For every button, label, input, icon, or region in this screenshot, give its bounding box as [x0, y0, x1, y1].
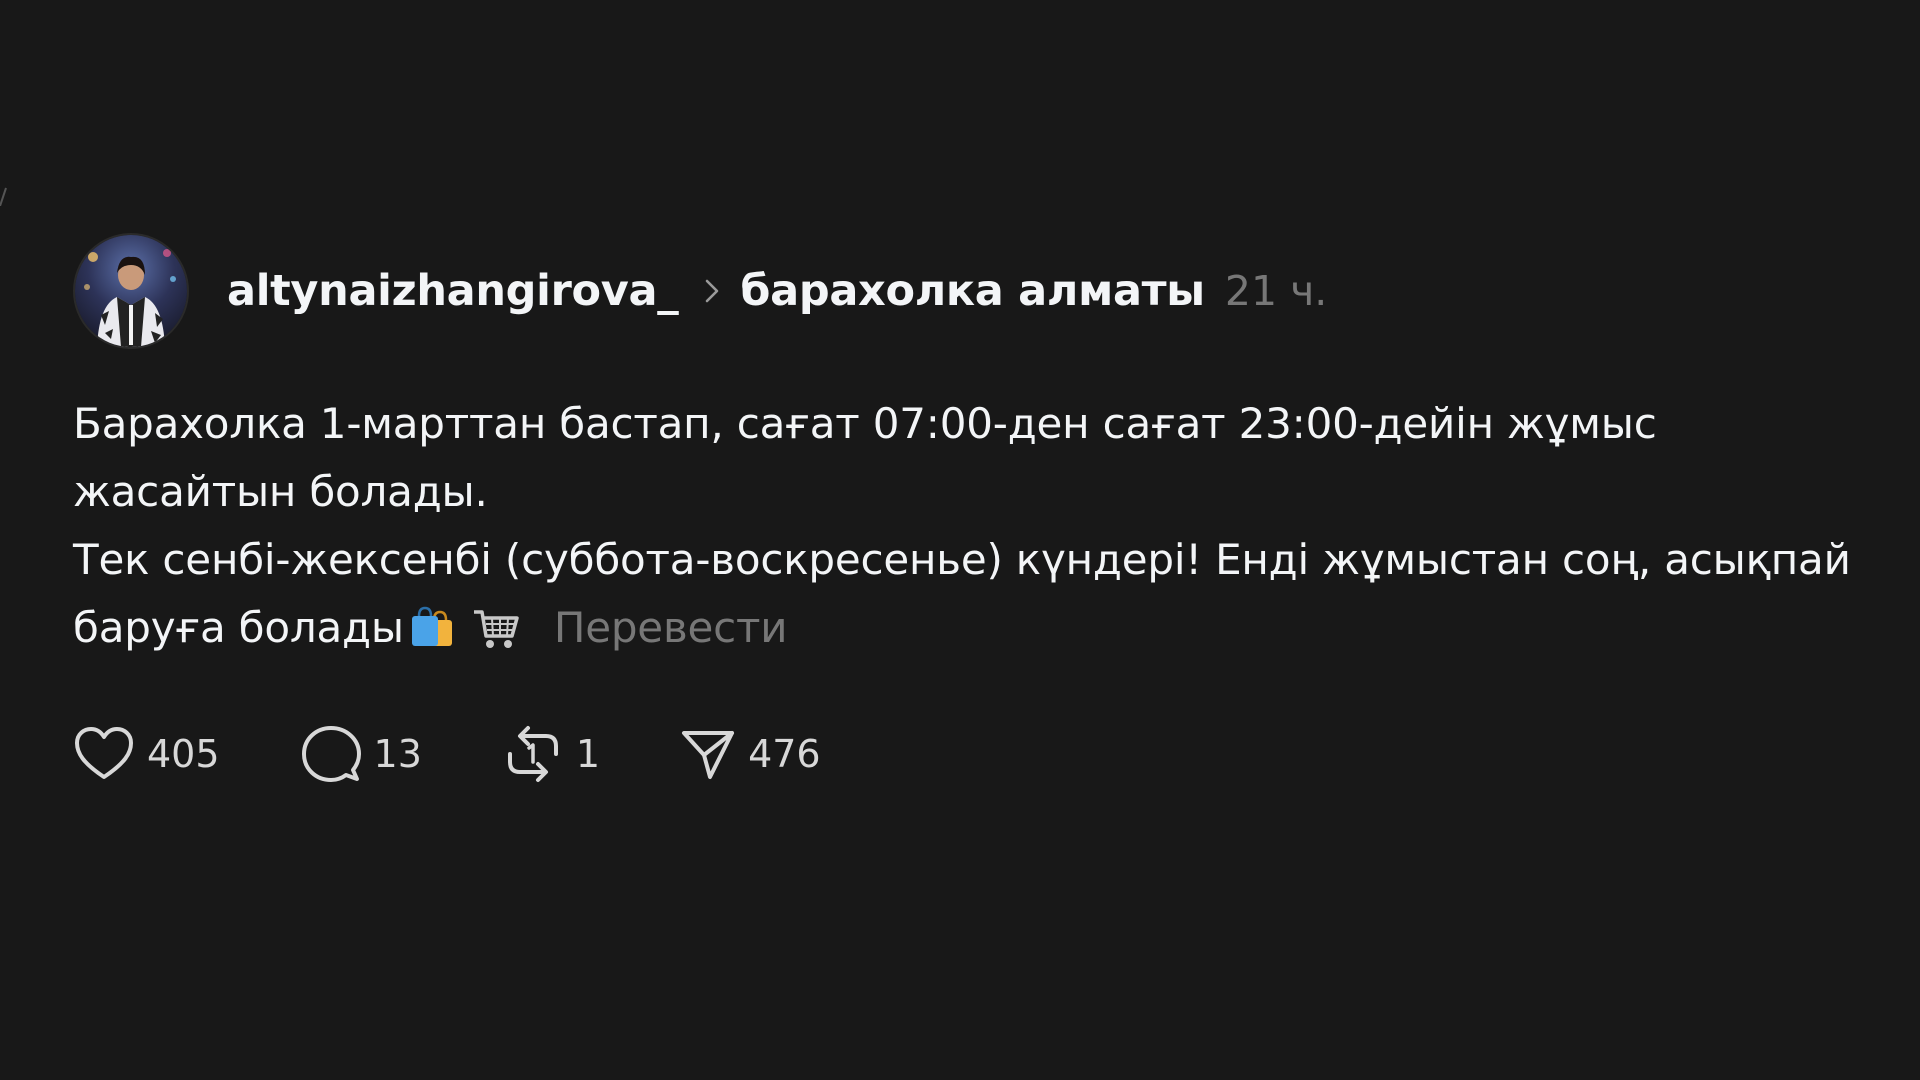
post-actions: 405 13 1 476: [73, 722, 1873, 786]
comment-button[interactable]: 13: [300, 724, 422, 784]
post-text-last-line: баруға болады Перевести: [73, 594, 1863, 670]
post-header: altynaizhangirova_ барахолка алматы 21 ч…: [73, 232, 1873, 350]
author-username[interactable]: altynaizhangirova_: [227, 266, 679, 316]
shopping-cart-emoji-icon: [472, 602, 520, 670]
comment-count: 13: [373, 732, 422, 776]
post-text-line: баруға болады: [73, 603, 404, 652]
post-text: Барахолка 1-марттан бастап, сағат 07:00-…: [73, 390, 1863, 670]
avatar-image: [75, 235, 187, 347]
post-text-line: Тек сенбі-жексенбі (суббота-воскресенье)…: [73, 535, 1851, 584]
post-timestamp[interactable]: 21 ч.: [1225, 267, 1327, 315]
share-count: 476: [748, 732, 821, 776]
heart-icon: [75, 727, 133, 779]
translate-link[interactable]: Перевести: [554, 603, 788, 652]
repost-icon: [507, 726, 558, 782]
chevron-right-icon: [704, 277, 720, 305]
avatar[interactable]: [73, 233, 189, 349]
like-button[interactable]: 405: [73, 725, 220, 783]
edge-fragment: [0, 187, 7, 206]
community-name[interactable]: барахолка алматы: [740, 266, 1205, 316]
post-text-line: жасайтын болады.: [73, 467, 488, 516]
repost-button[interactable]: 1: [502, 724, 600, 784]
repost-count: 1: [575, 732, 601, 776]
like-count: 405: [147, 732, 220, 776]
comment-icon: [301, 726, 361, 782]
shopping-bags-emoji-icon: [410, 602, 456, 670]
send-icon: [682, 731, 735, 779]
post-text-line: Барахолка 1-марттан бастап, сағат 07:00-…: [73, 399, 1657, 448]
thread-post: altynaizhangirova_ барахолка алматы 21 ч…: [73, 232, 1873, 786]
share-button[interactable]: 476: [680, 727, 821, 781]
